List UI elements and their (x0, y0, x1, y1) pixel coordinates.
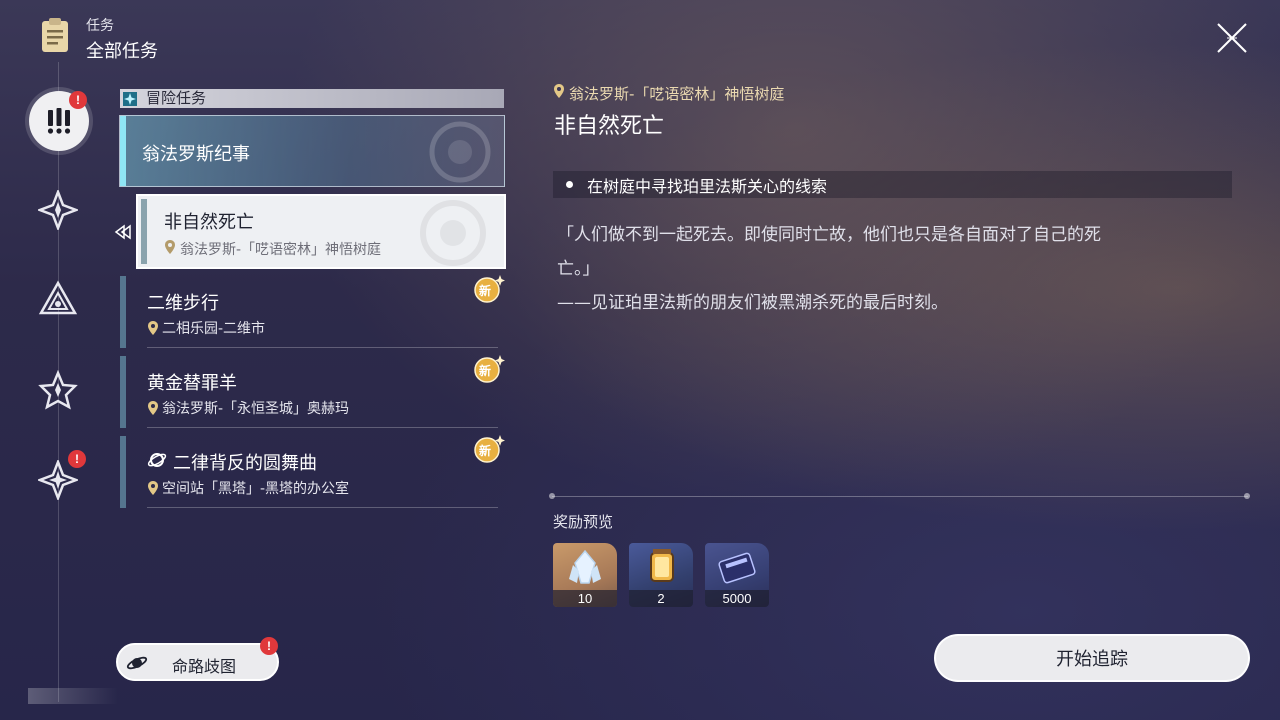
rail-trailblaze-tab[interactable] (36, 188, 80, 232)
description-line: 亡。」 (557, 259, 600, 279)
reward-item[interactable]: 5000 (705, 543, 769, 607)
rail-event-tab[interactable]: ! (36, 450, 86, 502)
quest-item[interactable]: 二律背反的圆舞曲 空间站「黑塔」-黑塔的办公室 新 (120, 435, 505, 508)
footer-decoration (28, 688, 118, 704)
emblem-icon (429, 121, 491, 183)
divider (147, 427, 498, 428)
detail-title: 非自然死亡 (554, 114, 665, 139)
rail-daily-tab[interactable] (36, 368, 80, 412)
selected-quest-card[interactable]: 非自然死亡 翁法罗斯-「呓语密林」神悟树庭 (136, 194, 506, 269)
location-pin-icon (148, 481, 158, 495)
bullet-icon (566, 181, 573, 188)
star-diamond-icon (38, 190, 78, 230)
selected-quest-title: 非自然死亡 (164, 212, 254, 233)
star-icon (38, 370, 78, 410)
location-pin-icon (148, 321, 158, 335)
close-icon (1217, 23, 1247, 53)
planet-icon (126, 656, 148, 670)
triangle-icon (38, 280, 78, 315)
reward-item[interactable]: 2 (629, 543, 693, 607)
location-pin-icon (554, 84, 564, 98)
divider (147, 347, 498, 348)
close-button[interactable] (1214, 20, 1250, 56)
sparkle-icon (123, 91, 137, 106)
clipboard-icon (40, 16, 70, 54)
quest-description: 「人们做不到一起死去。即使同时亡故，他们也只是各自面对了自己的死 亡。」 ——见… (557, 218, 1217, 320)
new-badge: 新 (472, 353, 506, 383)
quest-title: 二维步行 (147, 293, 219, 314)
emblem-icon (420, 200, 486, 266)
group-label: 翁法罗斯纪事 (142, 144, 250, 165)
planet-icon (147, 453, 167, 467)
new-badge: 新 (472, 273, 506, 303)
divider-dot (1244, 493, 1250, 499)
quest-location: 空间站「黑塔」-黑塔的办公室 (162, 481, 350, 497)
rail-companion-tab[interactable] (36, 278, 80, 322)
objective-text: 在树庭中寻找珀里法斯关心的线索 (587, 177, 828, 196)
selected-accent (141, 199, 147, 264)
quest-accent (120, 436, 126, 508)
description-line: ——见证珀里法斯的朋友们被黑潮杀死的最后时刻。 (557, 293, 948, 313)
quest-item[interactable]: 黄金替罪羊 翁法罗斯-「永恒圣城」奥赫玛 新 (120, 355, 505, 428)
selection-arrow-icon (114, 224, 134, 240)
reward-count: 5000 (705, 590, 769, 607)
location-pin-icon (165, 240, 175, 254)
alert-badge: ! (69, 91, 87, 109)
rail-adventure-tab[interactable]: ! (29, 91, 89, 151)
category-label: 冒险任务 (146, 89, 207, 107)
group-accent (120, 116, 126, 186)
alert-badge: ! (260, 637, 278, 655)
quest-title: 黄金替罪羊 (147, 373, 237, 394)
lantern-icon (650, 549, 674, 582)
divider (552, 496, 1248, 497)
selected-quest-location: 翁法罗斯-「呓语密林」神悟树庭 (180, 242, 382, 258)
start-tracking-label: 开始追踪 (1056, 649, 1128, 670)
location-pin-icon (148, 401, 158, 415)
quest-title: 二律背反的圆舞曲 (173, 453, 317, 474)
quest-group-card[interactable]: 翁法罗斯纪事 (119, 115, 505, 187)
quest-location: 二相乐园-二维市 (162, 321, 266, 337)
rewards-label: 奖励预览 (553, 513, 614, 531)
reward-count: 10 (553, 590, 617, 607)
header-subtitle: 任务 (86, 18, 114, 34)
reward-count: 2 (629, 590, 693, 607)
detail-location: 翁法罗斯-「呓语密林」神悟树庭 (569, 85, 785, 103)
quest-item[interactable]: 二维步行 二相乐园-二维市 新 (120, 275, 505, 348)
alert-badge: ! (68, 450, 86, 468)
page-title: 全部任务 (86, 41, 158, 62)
divider-dot (549, 493, 555, 499)
exclamation-icon (47, 108, 71, 134)
reward-item[interactable]: 10 (553, 543, 617, 607)
quest-accent (120, 356, 126, 428)
description-line: 「人们做不到一起死去。即使同时亡故，他们也只是各自面对了自己的死 (557, 225, 1101, 245)
start-tracking-button[interactable]: 开始追踪 (934, 634, 1250, 682)
crystal-icon (569, 549, 601, 584)
new-badge: 新 (472, 433, 506, 463)
quest-location: 翁法罗斯-「永恒圣城」奥赫玛 (162, 401, 350, 417)
pass-card-icon (718, 552, 756, 584)
path-map-label: 命路歧图 (172, 657, 237, 676)
path-map-button[interactable]: 命路歧图 ! (116, 637, 279, 681)
divider (147, 507, 498, 508)
quest-accent (120, 276, 126, 348)
